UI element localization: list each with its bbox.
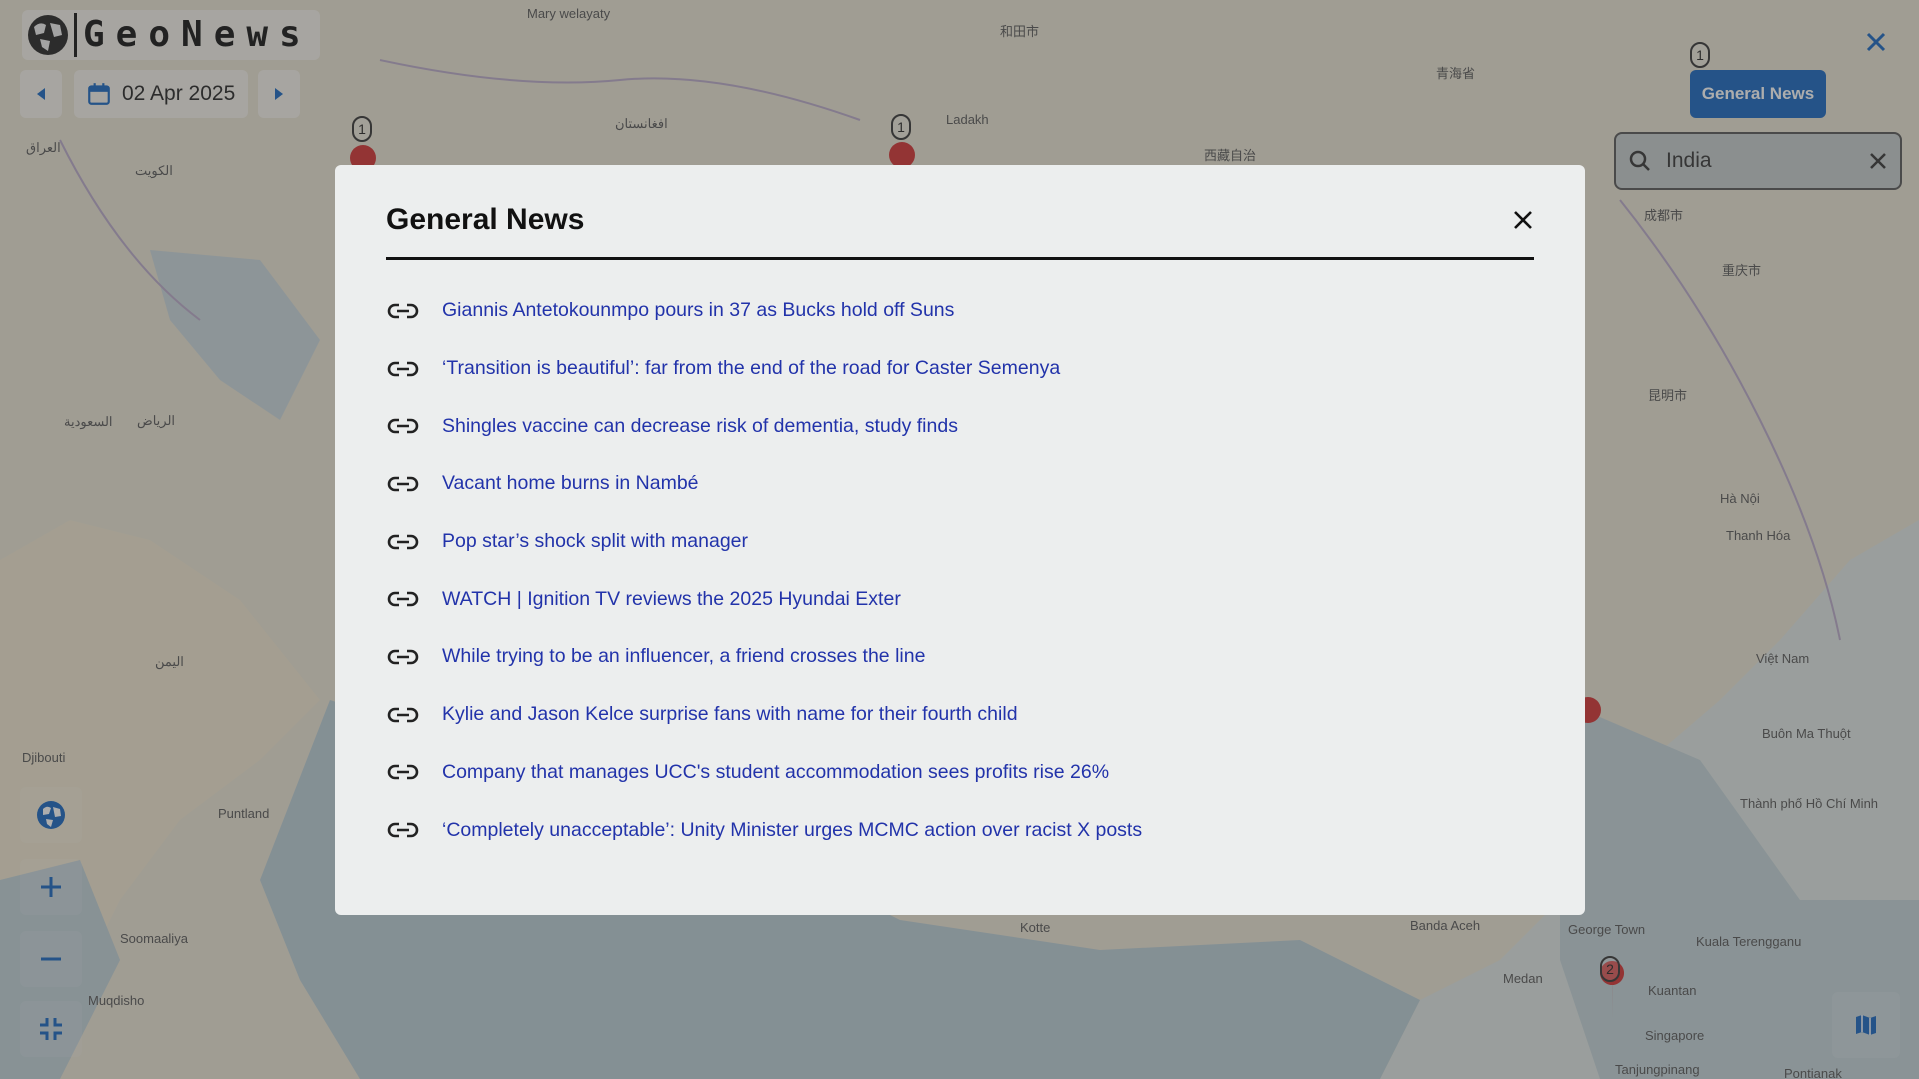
news-link[interactable]: Shingles vaccine can decrease risk of de… [442,415,958,438]
news-link[interactable]: Giannis Antetokounmpo pours in 37 as Buc… [442,299,954,322]
news-link[interactable]: Kylie and Jason Kelce surprise fans with… [442,703,1018,726]
link-icon [387,822,419,838]
link-icon [387,591,419,607]
general-news-modal: General News Giannis Antetokounmpo pours… [335,165,1585,915]
list-item: Shingles vaccine can decrease risk of de… [386,397,1534,455]
modal-header: General News [386,195,1534,260]
list-item: Company that manages UCC's student accom… [386,744,1534,802]
news-link[interactable]: Vacant home burns in Nambé [442,472,699,495]
link-icon [387,303,419,319]
link-icon [387,476,419,492]
news-list: Giannis Antetokounmpo pours in 37 as Buc… [386,282,1534,859]
link-icon [387,418,419,434]
list-item: WATCH | Ignition TV reviews the 2025 Hyu… [386,570,1534,628]
link-icon [387,765,419,780]
news-link[interactable]: WATCH | Ignition TV reviews the 2025 Hyu… [442,588,901,611]
link-icon [387,361,419,376]
list-item: Kylie and Jason Kelce surprise fans with… [386,686,1534,744]
news-link[interactable]: ‘Transition is beautiful’: far from the … [442,357,1060,380]
news-link[interactable]: While trying to be an influencer, a frie… [442,645,925,668]
list-item: ‘Completely unacceptable’: Unity Ministe… [386,801,1534,859]
link-icon [387,707,419,722]
link-icon [387,534,419,549]
list-item: ‘Transition is beautiful’: far from the … [386,340,1534,398]
list-item: Giannis Antetokounmpo pours in 37 as Buc… [386,282,1534,340]
link-icon [387,649,419,665]
list-item: While trying to be an influencer, a frie… [386,628,1534,686]
news-link[interactable]: Pop star’s shock split with manager [442,530,748,553]
news-link[interactable]: ‘Completely unacceptable’: Unity Ministe… [442,819,1142,842]
modal-title: General News [386,203,585,236]
list-item: Vacant home burns in Nambé [386,455,1534,513]
close-modal-icon[interactable] [1512,209,1534,231]
news-link[interactable]: Company that manages UCC's student accom… [442,761,1109,784]
list-item: Pop star’s shock split with manager [386,513,1534,571]
